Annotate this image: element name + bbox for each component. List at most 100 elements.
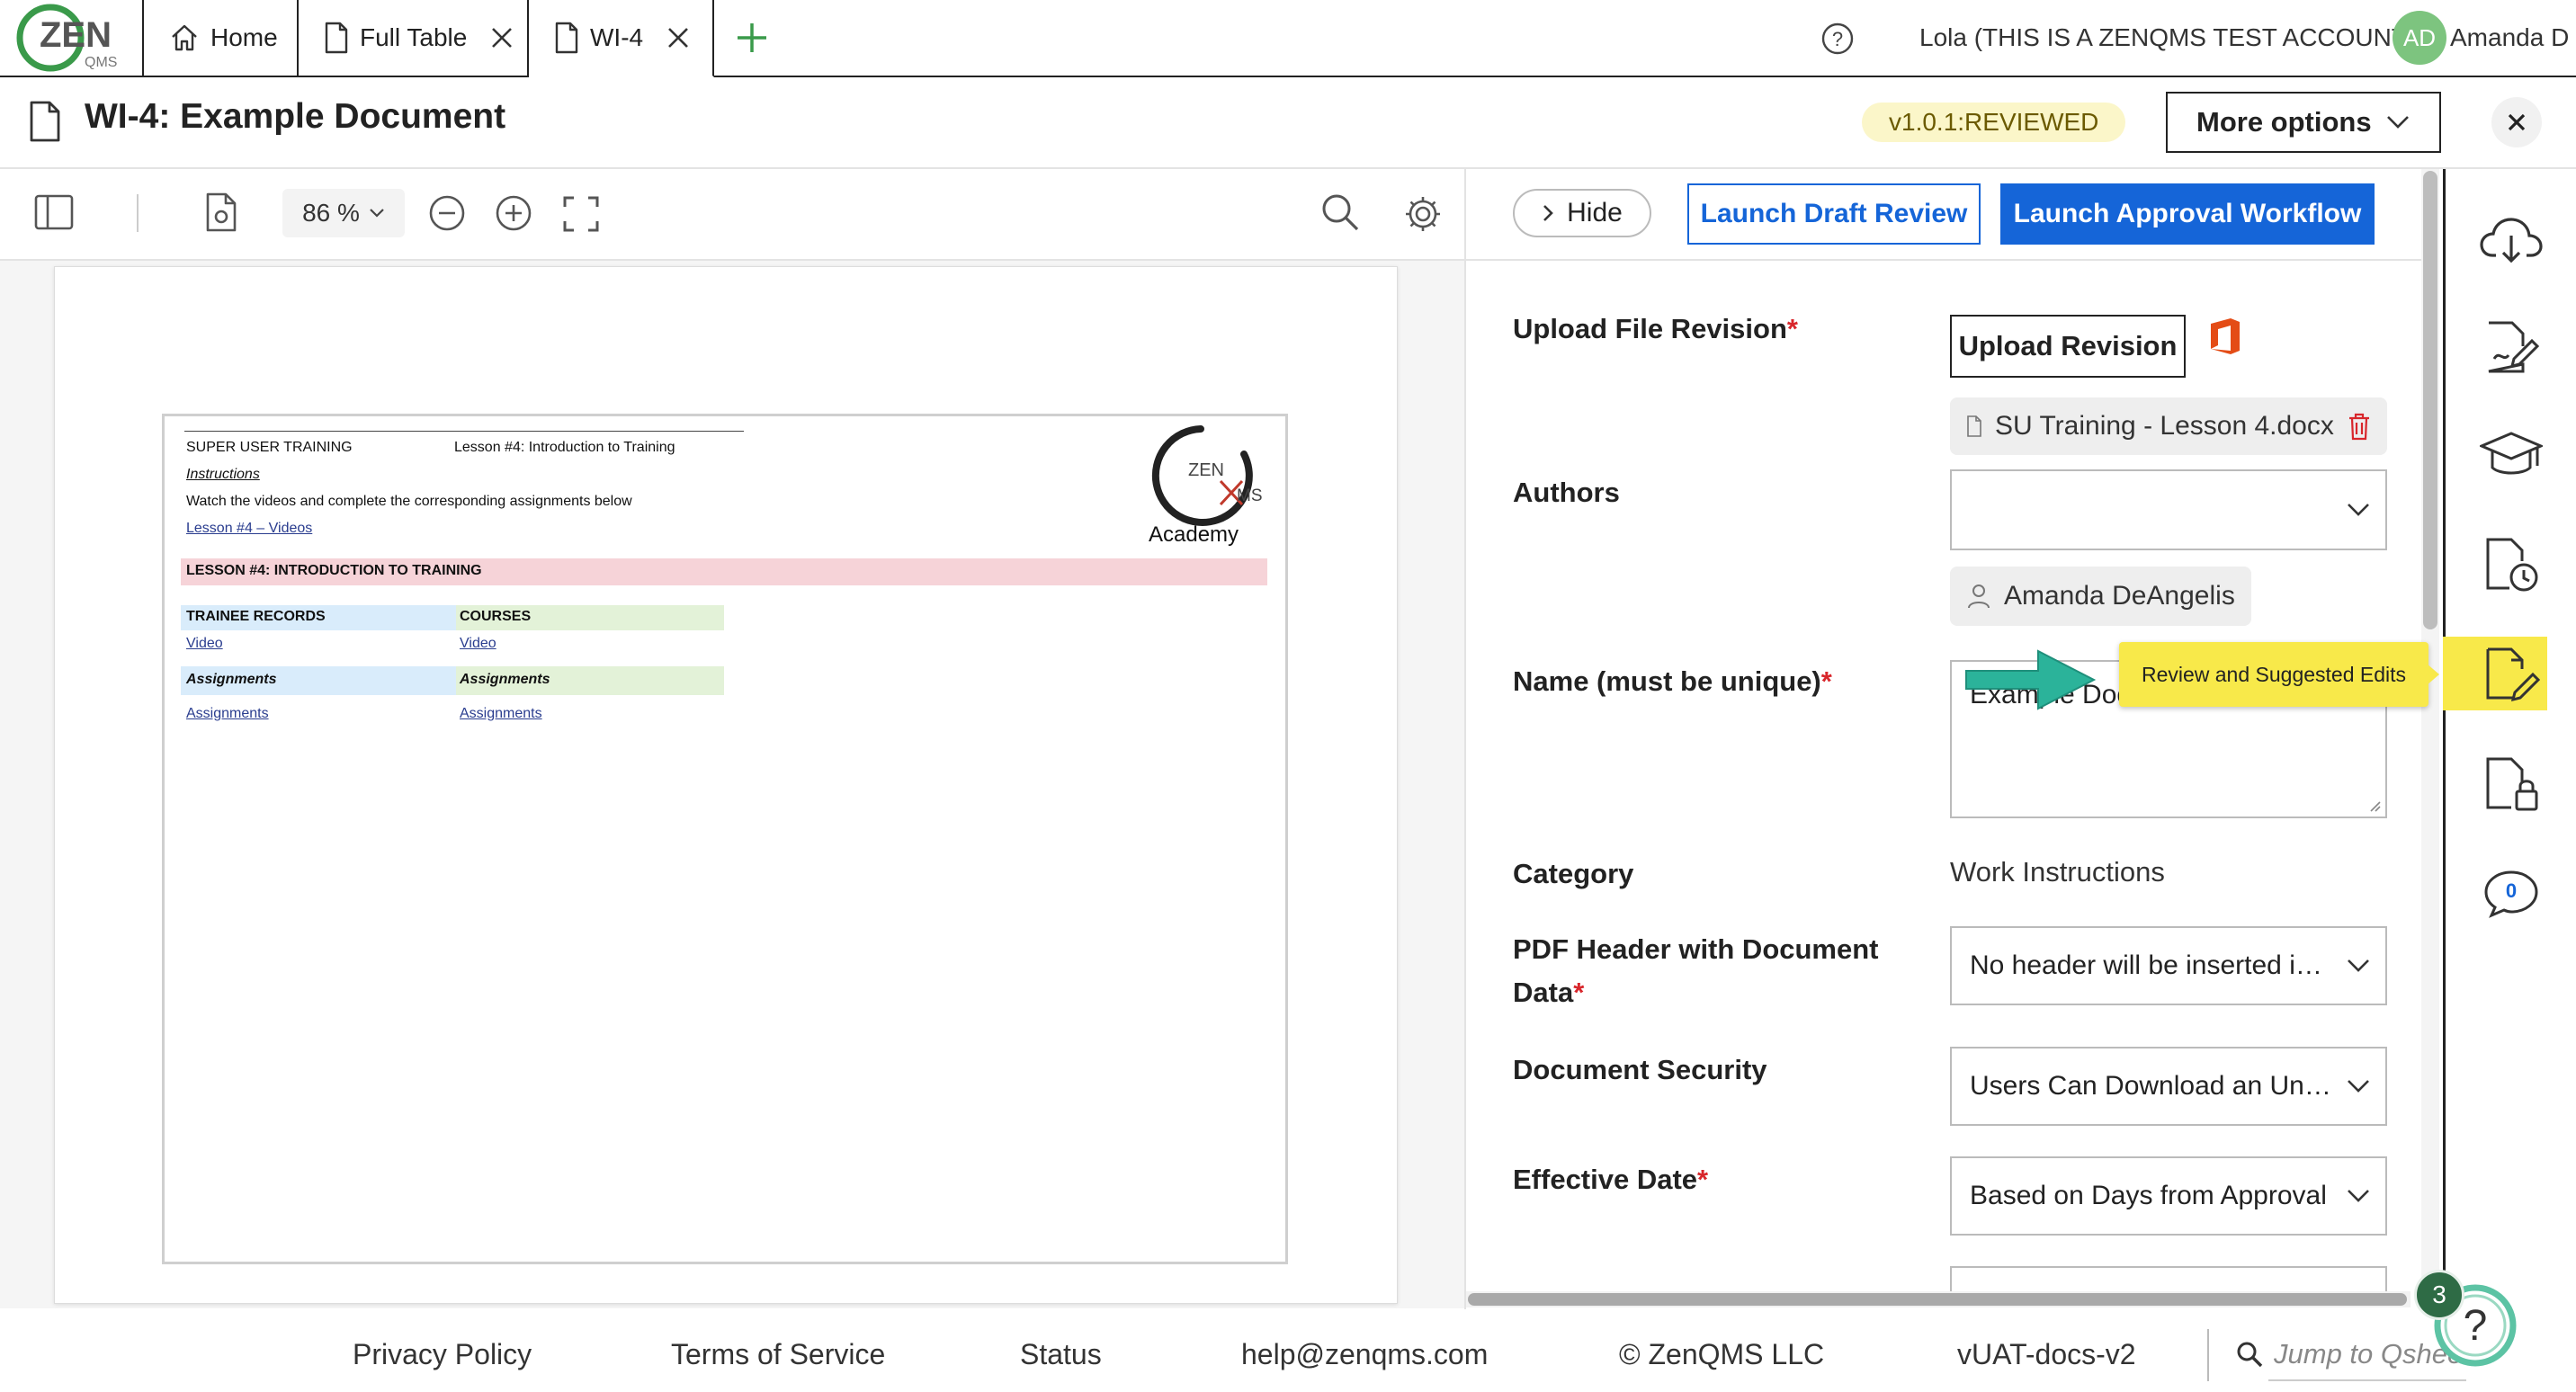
comments-count: 0 xyxy=(2505,879,2518,902)
tab-full-table[interactable]: Full Table xyxy=(299,0,529,76)
tab-full-table-label: Full Table xyxy=(360,23,468,51)
search-icon[interactable] xyxy=(1320,192,1360,232)
preview-col1-video: Video xyxy=(186,636,223,651)
chevron-down-icon xyxy=(2331,1078,2385,1094)
academy-logo-zen: ZEN xyxy=(1188,460,1224,480)
account-label[interactable]: Lola (THIS IS A ZENQMS TEST ACCOUNT) xyxy=(1919,23,2415,52)
hide-panel-button[interactable]: Hide xyxy=(1513,189,1651,237)
form-scrollbar-thumb[interactable] xyxy=(2423,171,2437,629)
horizontal-scrollbar-thumb[interactable] xyxy=(1468,1293,2407,1306)
preview-academy-label: Academy xyxy=(1149,522,1239,547)
author-chip-name: Amanda DeAngelis xyxy=(2004,581,2235,611)
tab-home[interactable]: Home xyxy=(142,0,299,76)
help-icon[interactable]: ? xyxy=(1820,22,1855,56)
document-security-select[interactable]: Users Can Download an Uncontrolled Copy xyxy=(1950,1047,2387,1126)
document-lock-icon[interactable] xyxy=(2477,750,2545,818)
document-icon xyxy=(554,22,579,54)
document-security-value: Users Can Download an Uncontrolled Copy xyxy=(1970,1071,2331,1101)
help-count-badge: 3 xyxy=(2414,1270,2464,1320)
sidebar-toggle-icon[interactable] xyxy=(34,194,74,230)
add-tab-button[interactable] xyxy=(734,20,770,56)
pointer-arrow-icon xyxy=(1963,646,2097,714)
resize-handle-icon[interactable] xyxy=(2367,799,2382,813)
preview-instructions-text: Watch the videos and complete the corres… xyxy=(186,494,632,509)
upload-revision-button[interactable]: Upload Revision xyxy=(1950,315,2186,378)
preview-col1-assign-header: Assignments xyxy=(186,672,277,687)
cloud-download-icon[interactable] xyxy=(2477,205,2545,273)
tab-wi-4-label: WI-4 xyxy=(590,23,644,51)
authors-select[interactable] xyxy=(1950,469,2387,550)
pdf-header-value: No header will be inserted into PDF xyxy=(1970,950,2331,980)
author-chip[interactable]: Amanda DeAngelis xyxy=(1950,567,2251,626)
launch-draft-review-button[interactable]: Launch Draft Review xyxy=(1687,183,1981,245)
document-icon xyxy=(29,101,61,142)
preview-header-rule xyxy=(184,431,744,432)
review-edit-icon[interactable] xyxy=(2477,640,2545,709)
preview-instructions-label: Instructions xyxy=(186,467,260,482)
chevron-right-icon xyxy=(1542,203,1554,223)
avatar[interactable]: AD xyxy=(2393,11,2446,65)
effective-date-select[interactable]: Based on Days from Approval xyxy=(1950,1156,2387,1236)
home-icon xyxy=(169,22,200,53)
zoom-select[interactable]: 86 % xyxy=(282,189,405,237)
preview-col2-video: Video xyxy=(460,636,496,651)
zoom-out-icon[interactable] xyxy=(428,194,466,232)
svg-text:ZEN: ZEN xyxy=(40,15,112,55)
more-options-button[interactable]: More options xyxy=(2166,92,2441,153)
zenqms-logo[interactable]: ZEN QMS xyxy=(14,2,140,74)
academy-logo-ms: MS xyxy=(1237,486,1263,505)
trash-icon[interactable] xyxy=(2347,412,2372,441)
name-label: Name (must be unique)* xyxy=(1513,665,1832,697)
privacy-policy-link[interactable]: Privacy Policy xyxy=(353,1338,532,1371)
file-icon xyxy=(1966,415,1982,437)
next-field-partial[interactable] xyxy=(1950,1266,2387,1293)
uploaded-file-chip[interactable]: SU Training - Lesson 4.docx xyxy=(1950,397,2387,455)
preview-header-left: SUPER USER TRAINING xyxy=(186,440,353,455)
build-version: vUAT-docs-v2 xyxy=(1957,1338,2136,1370)
more-options-label: More options xyxy=(2196,106,2372,138)
launch-approval-workflow-button[interactable]: Launch Approval Workflow xyxy=(2000,183,2375,245)
document-preview: SUPER USER TRAINING Lesson #4: Introduct… xyxy=(162,414,1288,1264)
upload-revision-label: Upload Revision xyxy=(1958,330,2178,361)
close-tab-icon[interactable] xyxy=(490,26,514,49)
upload-file-revision-label: Upload File Revision* xyxy=(1513,313,1798,344)
document-security-label: Document Security xyxy=(1513,1054,1767,1085)
close-tab-icon[interactable] xyxy=(666,26,690,49)
pdf-header-select[interactable]: No header will be inserted into PDF xyxy=(1950,926,2387,1005)
chevron-down-icon xyxy=(2385,114,2439,130)
effective-date-value: Based on Days from Approval xyxy=(1970,1181,2327,1210)
training-cap-icon[interactable] xyxy=(2477,421,2545,489)
document-icon xyxy=(324,22,349,54)
zoom-in-icon[interactable] xyxy=(495,194,532,232)
version-badge: v1.0.1:REVIEWED xyxy=(1862,103,2126,142)
pdf-header-label: PDF Header with Document Data* xyxy=(1513,933,1879,1008)
chevron-down-icon xyxy=(2331,1188,2385,1204)
svg-text:?: ? xyxy=(1832,28,1843,50)
close-icon xyxy=(2507,112,2527,132)
office-icon[interactable] xyxy=(2207,317,2243,356)
fullscreen-icon[interactable] xyxy=(563,196,599,232)
avatar-initials: AD xyxy=(2402,23,2437,51)
user-name[interactable]: Amanda D xyxy=(2450,23,2569,52)
svg-text:?: ? xyxy=(2464,1302,2488,1350)
close-document-button[interactable] xyxy=(2491,97,2542,147)
preview-header-mid: Lesson #4: Introduction to Training xyxy=(454,440,675,455)
chevron-down-icon xyxy=(2331,502,2385,518)
tab-wi-4[interactable]: WI-4 xyxy=(529,0,714,77)
document-history-icon[interactable] xyxy=(2477,531,2545,599)
jump-input-underline xyxy=(2268,1379,2466,1381)
preview-col2-header: COURSES xyxy=(460,609,532,624)
review-edits-tooltip: Review and Suggested Edits xyxy=(2119,642,2428,707)
terms-of-service-link[interactable]: Terms of Service xyxy=(671,1338,885,1371)
file-name: SU Training - Lesson 4.docx xyxy=(1995,411,2334,441)
tab-home-label: Home xyxy=(210,23,278,51)
status-link[interactable]: Status xyxy=(1020,1338,1102,1371)
preview-section-title: LESSON #4: INTRODUCTION TO TRAINING xyxy=(186,563,482,578)
help-email-link[interactable]: help@zenqms.com xyxy=(1241,1338,1488,1371)
signature-icon[interactable] xyxy=(2477,313,2545,381)
category-value: Work Instructions xyxy=(1950,856,2165,888)
page-settings-icon[interactable] xyxy=(205,192,237,232)
preview-videos-link: Lesson #4 – Videos xyxy=(186,521,313,536)
authors-label: Authors xyxy=(1513,477,1620,508)
gear-icon[interactable] xyxy=(1403,194,1443,234)
